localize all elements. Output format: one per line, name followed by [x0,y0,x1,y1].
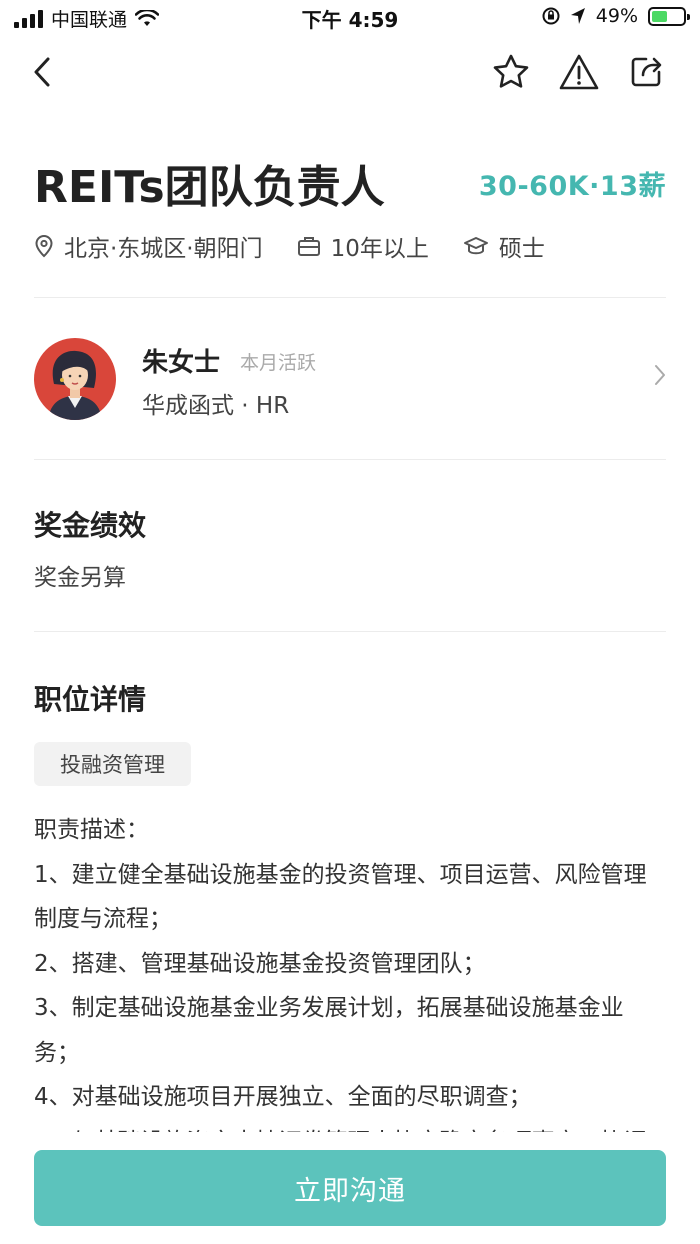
description-line: 5、与基础设施资产支持证券管理人协商确定各项事宜，协调 [34,1120,666,1133]
recruiter-avatar-icon [34,338,116,420]
location-pin-icon [35,234,53,258]
graduation-cap-icon [463,237,488,255]
description-line: 职责描述： [34,817,149,843]
favorite-button[interactable] [487,48,535,96]
recruiter-active-status: 本月活跃 [240,352,317,374]
description-line: 1、建立健全基础设施基金的投资管理、项目运营、风险管理制度与流程； [34,861,647,933]
details-section-title: 职位详情 [34,683,147,716]
location-arrow-icon [570,8,585,24]
battery-icon [648,6,690,26]
share-button[interactable] [622,48,670,96]
description-line: 2、搭建、管理基础设施基金投资管理团队； [34,950,486,977]
status-bar: 中国联通 下午 4:59 49% [0,0,700,36]
star-icon [493,54,529,88]
divider [34,631,666,632]
location-text: 北京·东城区·朝阳门 [64,236,263,262]
battery-percent: 49% [595,5,638,27]
briefcase-icon [297,237,320,256]
job-meta: 北京·东城区·朝阳门 10年以上 硕士 [34,226,545,266]
description-line: 4、对基础设施项目开展独立、全面的尽职调查； [34,1084,532,1110]
location-meta: 北京·东城区·朝阳门 [34,229,263,263]
education-text: 硕士 [498,236,545,262]
report-button[interactable] [555,48,603,96]
share-icon [631,57,662,87]
warning-icon [559,54,599,90]
job-header: REITs团队负责人 30-60K·13薪 [34,150,666,216]
education-meta: 硕士 [463,229,545,263]
recruiter-card[interactable]: 朱女士 本月活跃 华成函式 · HR [34,336,666,426]
avatar [34,338,116,420]
recruiter-company: 华成函式 · HR [142,393,290,419]
bonus-text: 奖金另算 [34,565,126,591]
experience-meta: 10年以上 [297,229,429,263]
orientation-lock-icon [542,7,560,25]
divider [34,297,666,298]
skill-tag: 投融资管理 [34,742,191,786]
bottom-bar: 立即沟通 [0,1132,700,1244]
bonus-section-title: 奖金绩效 [34,509,147,542]
chevron-left-icon [34,57,50,87]
salary-label: 30-60K·13薪 [478,170,666,202]
divider [34,459,666,460]
recruiter-chevron [654,364,666,390]
job-description: 职责描述： 1、建立健全基础设施基金的投资管理、项目运营、风险管理制度与流程； … [34,808,666,1132]
experience-text: 10年以上 [330,236,429,262]
chat-now-button[interactable]: 立即沟通 [34,1150,666,1226]
nav-bar [0,40,700,104]
chevron-right-icon [655,365,665,385]
recruiter-name: 朱女士 [142,348,221,378]
back-button[interactable] [18,48,66,96]
job-title: REITs团队负责人 [34,162,385,213]
description-line: 3、制定基础设施基金业务发展计划，拓展基础设施基金业务； [34,995,624,1066]
status-right: 49% [542,5,690,27]
